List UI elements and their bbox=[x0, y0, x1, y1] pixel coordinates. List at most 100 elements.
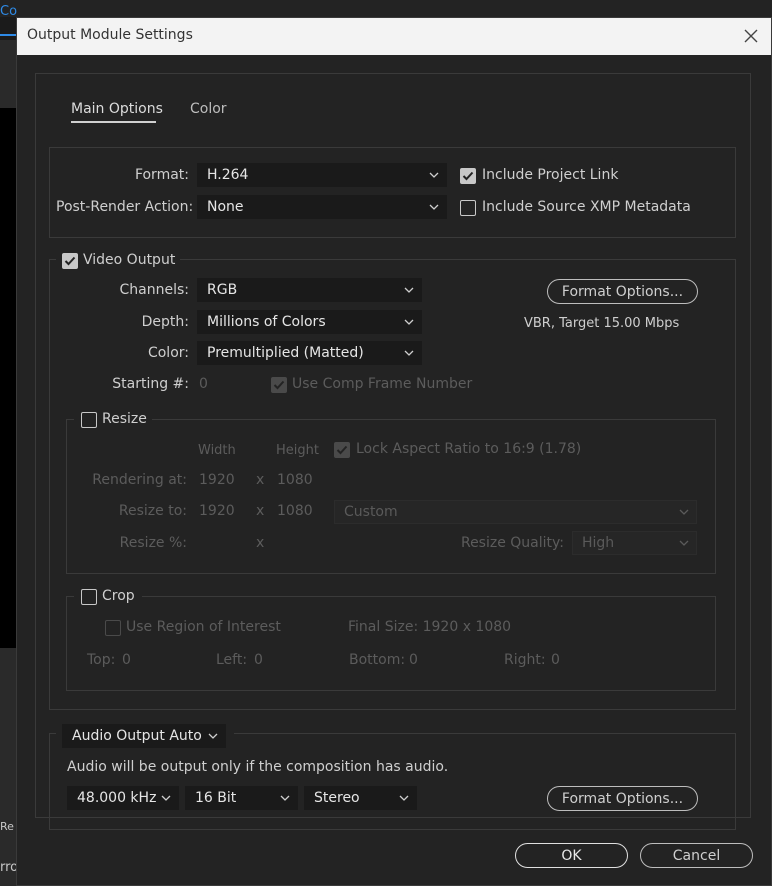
app-viewer bbox=[0, 108, 17, 648]
main-options-panel: Main Options Color Format: H.264 Post-Re… bbox=[35, 73, 751, 830]
include-source-xmp-checkbox[interactable] bbox=[460, 200, 476, 216]
chevron-down-icon bbox=[679, 540, 689, 546]
post-render-label: Post-Render Action: bbox=[56, 199, 194, 215]
audio-output-dropdown[interactable]: Audio Output Auto bbox=[62, 724, 226, 748]
depth-value: Millions of Colors bbox=[207, 314, 326, 330]
resize-quality-value: High bbox=[582, 535, 615, 551]
crop-left-value: 0 bbox=[254, 652, 263, 668]
resize-preset-value: Custom bbox=[344, 504, 398, 520]
format-label: Format: bbox=[134, 167, 189, 183]
resize-label: Resize bbox=[102, 411, 147, 427]
chevron-down-icon bbox=[399, 795, 409, 801]
crop-group bbox=[66, 596, 716, 691]
audio-rate-value: 48.000 kHz bbox=[77, 790, 157, 806]
close-icon[interactable] bbox=[742, 27, 760, 45]
resize-height: 1080 bbox=[277, 503, 313, 519]
rendering-x: x bbox=[256, 472, 265, 488]
starting-number-label: Starting #: bbox=[112, 376, 189, 392]
chevron-down-icon bbox=[404, 287, 414, 293]
video-output-label: Video Output bbox=[83, 252, 176, 268]
tab-color[interactable]: Color bbox=[190, 101, 227, 117]
video-format-options-button[interactable]: Format Options... bbox=[547, 279, 698, 304]
app-tab-fragment[interactable]: Co bbox=[0, 4, 17, 38]
output-module-dialog: Output Module Settings Main Options Colo… bbox=[16, 17, 772, 886]
chevron-down-icon bbox=[429, 204, 439, 210]
rendering-width: 1920 bbox=[199, 472, 235, 488]
use-roi-label: Use Region of Interest bbox=[126, 619, 281, 635]
checkmark-icon bbox=[336, 445, 348, 455]
format-group bbox=[49, 147, 736, 238]
audio-channels-dropdown[interactable]: Stereo bbox=[304, 786, 417, 810]
ok-button[interactable]: OK bbox=[515, 843, 628, 868]
checkmark-icon bbox=[64, 256, 76, 266]
format-dropdown[interactable]: H.264 bbox=[197, 163, 447, 187]
app-top-bar bbox=[0, 0, 772, 17]
tab-main-options[interactable]: Main Options bbox=[71, 101, 163, 117]
resize-to-label: Resize to: bbox=[118, 503, 187, 519]
use-comp-frame-label: Use Comp Frame Number bbox=[292, 376, 473, 392]
crop-top-value: 0 bbox=[122, 652, 131, 668]
color-label: Color: bbox=[147, 345, 189, 361]
audio-info-text: Audio will be output only if the composi… bbox=[67, 759, 449, 775]
channels-dropdown[interactable]: RGB bbox=[197, 278, 422, 302]
post-render-value: None bbox=[207, 199, 244, 215]
resize-preset-dropdown[interactable]: Custom bbox=[334, 500, 697, 524]
app-text-fragment: Re bbox=[0, 820, 14, 833]
crop-bottom-label: Bottom: bbox=[349, 652, 406, 668]
resize-quality-dropdown[interactable]: High bbox=[572, 531, 697, 555]
post-render-dropdown[interactable]: None bbox=[197, 195, 447, 219]
color-value: Premultiplied (Matted) bbox=[207, 345, 364, 361]
resize-width: 1920 bbox=[199, 503, 235, 519]
crop-top-label: Top: bbox=[87, 652, 116, 668]
checkmark-icon bbox=[462, 171, 474, 181]
audio-rate-dropdown[interactable]: 48.000 kHz bbox=[67, 786, 179, 810]
depth-dropdown[interactable]: Millions of Colors bbox=[197, 310, 422, 334]
chevron-down-icon bbox=[161, 795, 171, 801]
audio-format-options-button[interactable]: Format Options... bbox=[547, 786, 698, 811]
cancel-button[interactable]: Cancel bbox=[640, 843, 753, 868]
checkmark-icon bbox=[273, 380, 285, 390]
rendering-at-label: Rendering at: bbox=[92, 472, 187, 488]
width-header: Width bbox=[198, 443, 236, 458]
lock-aspect-checkbox[interactable] bbox=[334, 442, 350, 458]
crop-bottom-value: 0 bbox=[409, 652, 418, 668]
channels-value: RGB bbox=[207, 282, 238, 298]
channels-label: Channels: bbox=[119, 282, 190, 298]
include-source-xmp-label: Include Source XMP Metadata bbox=[482, 199, 691, 215]
include-project-link-label: Include Project Link bbox=[482, 167, 619, 183]
resize-quality-label: Resize Quality: bbox=[460, 535, 564, 551]
final-size-label: Final Size: 1920 x 1080 bbox=[348, 619, 512, 635]
crop-checkbox[interactable] bbox=[81, 589, 97, 605]
color-dropdown[interactable]: Premultiplied (Matted) bbox=[197, 341, 422, 365]
lock-aspect-label: Lock Aspect Ratio to 16:9 (1.78) bbox=[356, 441, 582, 457]
height-header: Height bbox=[276, 443, 319, 458]
chevron-down-icon bbox=[280, 795, 290, 801]
resize-percent-x: x bbox=[256, 535, 265, 551]
resize-x: x bbox=[256, 503, 265, 519]
rendering-height: 1080 bbox=[277, 472, 313, 488]
dialog-titlebar: Output Module Settings bbox=[17, 18, 771, 55]
resize-checkbox[interactable] bbox=[81, 412, 97, 428]
video-format-summary: VBR, Target 15.00 Mbps bbox=[524, 316, 680, 331]
crop-left-label: Left: bbox=[216, 652, 248, 668]
audio-output-value: Audio Output Auto bbox=[72, 728, 202, 744]
include-project-link-checkbox[interactable] bbox=[460, 168, 476, 184]
dialog-title: Output Module Settings bbox=[27, 27, 193, 43]
audio-depth-value: 16 Bit bbox=[195, 790, 237, 806]
chevron-down-icon bbox=[404, 350, 414, 356]
app-tab-underline bbox=[0, 34, 16, 36]
crop-right-label: Right: bbox=[504, 652, 546, 668]
use-comp-frame-checkbox[interactable] bbox=[271, 377, 287, 393]
depth-label: Depth: bbox=[141, 314, 189, 330]
active-tab-indicator bbox=[71, 121, 156, 123]
format-value: H.264 bbox=[207, 167, 249, 183]
crop-label: Crop bbox=[102, 588, 135, 604]
chevron-down-icon bbox=[679, 509, 689, 515]
chevron-down-icon bbox=[429, 172, 439, 178]
video-output-checkbox[interactable] bbox=[62, 253, 78, 269]
audio-channels-value: Stereo bbox=[314, 790, 360, 806]
audio-depth-dropdown[interactable]: 16 Bit bbox=[185, 786, 298, 810]
use-roi-checkbox[interactable] bbox=[105, 620, 121, 636]
starting-number-value: 0 bbox=[199, 376, 208, 392]
crop-right-value: 0 bbox=[551, 652, 560, 668]
